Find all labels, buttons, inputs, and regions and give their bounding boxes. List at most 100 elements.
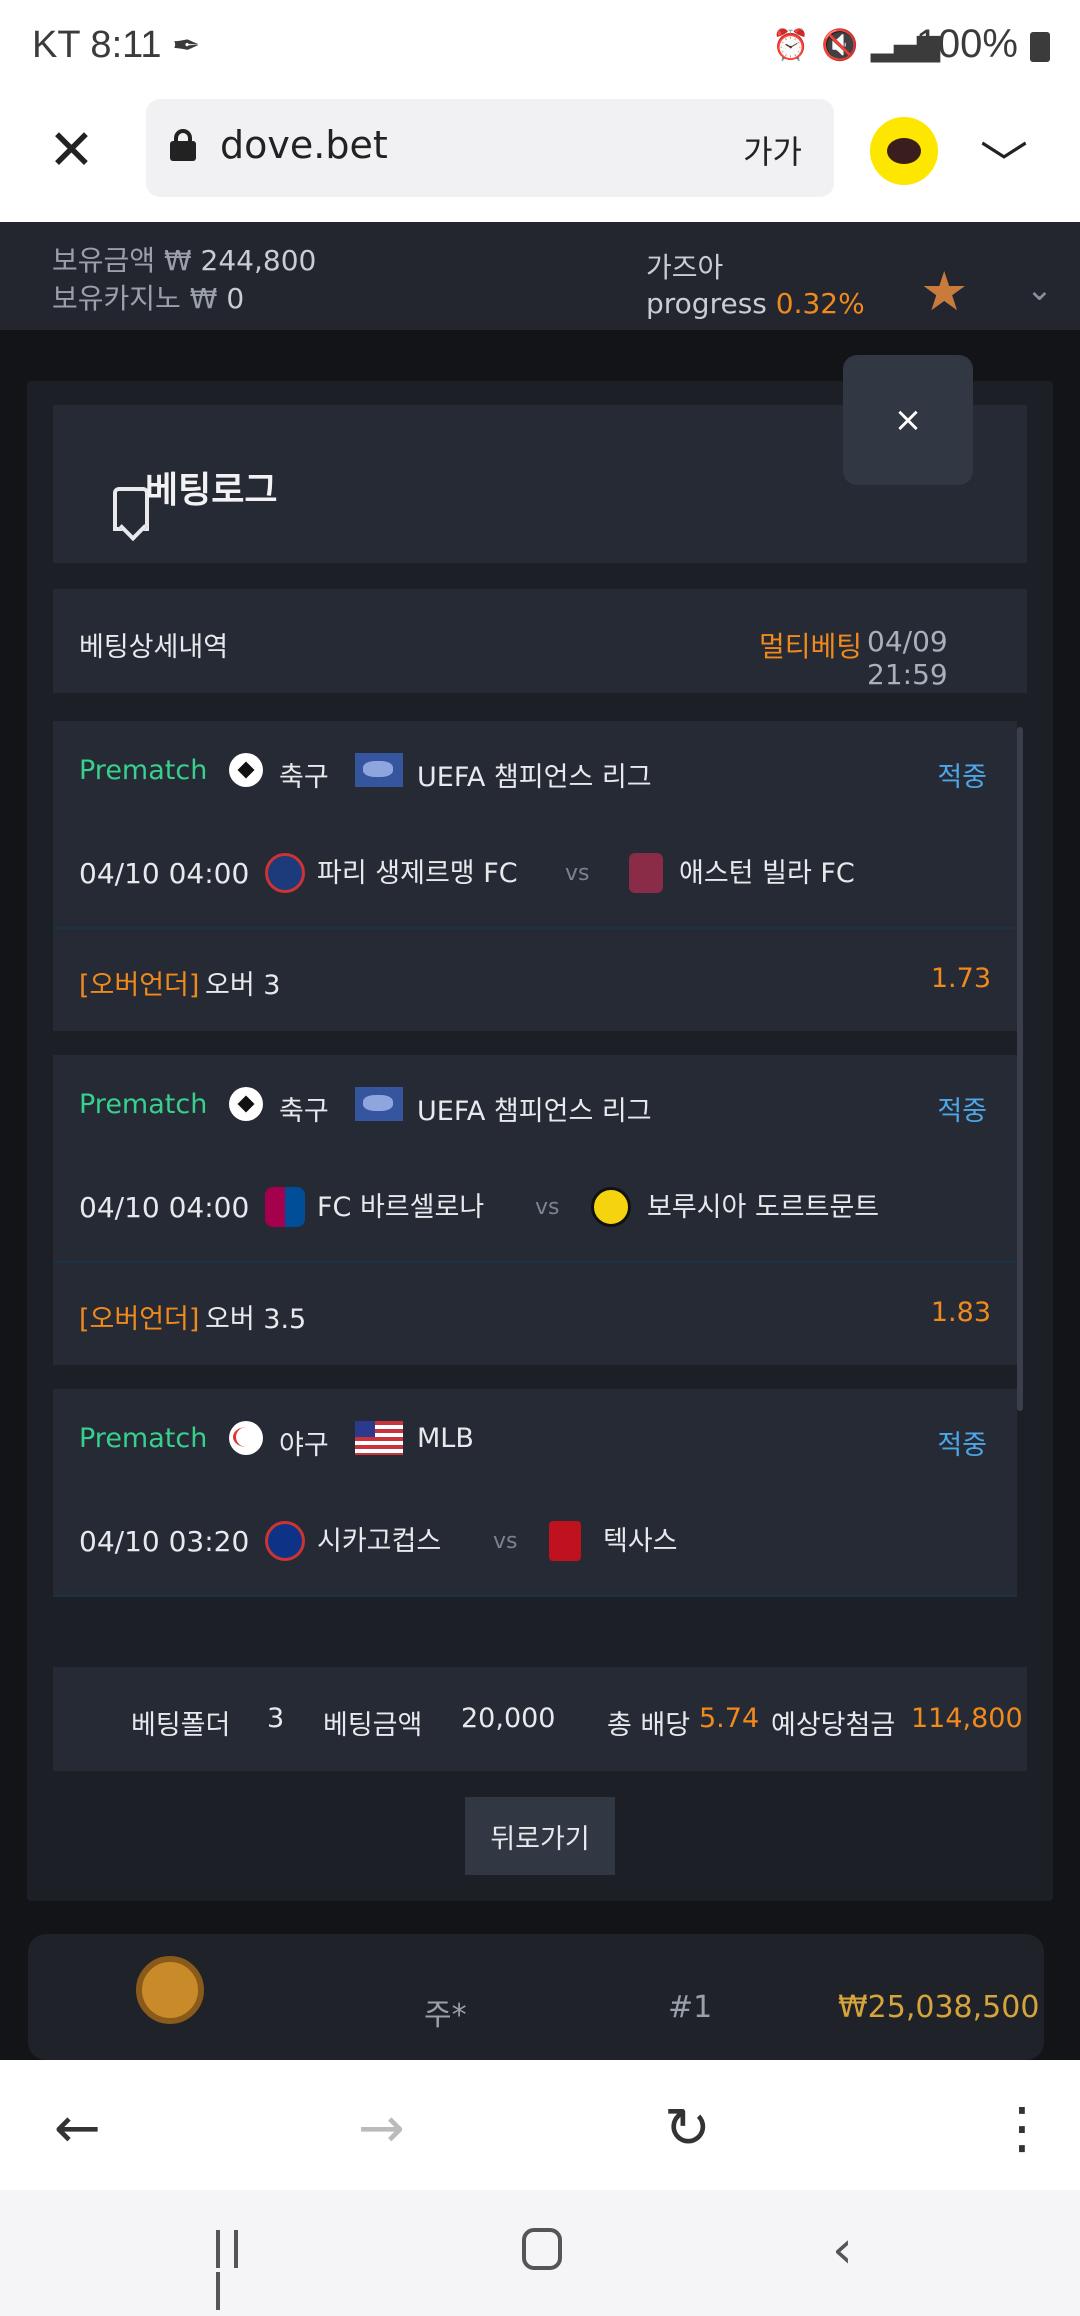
- recent-apps-icon[interactable]: [216, 2230, 264, 2310]
- carrier-time: KT 8:11: [32, 24, 162, 66]
- close-tab-icon[interactable]: ✕: [48, 123, 95, 179]
- ranking-prize: ₩25,038,500: [838, 1990, 1040, 2025]
- address-bar[interactable]: dove.bet 가가: [146, 99, 834, 197]
- league-label: MLB: [417, 1423, 474, 1454]
- balance-info: 보유금액 ₩ 244,800 보유카지노 ₩ 0: [52, 242, 316, 318]
- site-header: 보유금액 ₩ 244,800 보유카지노 ₩ 0 가즈아 progress 0.…: [0, 222, 1080, 330]
- modal-title: 베팅로그: [145, 470, 278, 511]
- back-button[interactable]: 뒤로가기: [465, 1797, 615, 1875]
- away-team: 보루시아 도르트문트: [647, 1192, 880, 1223]
- chevron-down-icon[interactable]: ﹀: [980, 125, 1028, 195]
- username: 가즈아: [646, 251, 724, 284]
- home-team: 시카고컵스: [317, 1526, 442, 1557]
- vs-label: vs: [493, 1529, 518, 1554]
- league-label: UEFA 챔피언스 리그: [417, 762, 652, 793]
- battery-percent: 100%: [915, 22, 1018, 66]
- expected-win-label: 예상당첨금: [771, 1710, 896, 1741]
- cubs-logo-icon: [265, 1521, 305, 1561]
- bet-datetime: 04/09 21:59: [867, 625, 948, 691]
- close-icon: ×: [893, 400, 923, 440]
- stage-label: Prematch: [79, 1089, 208, 1120]
- level-star-icon: ★: [920, 260, 969, 323]
- casino-value: 0: [226, 282, 245, 315]
- match-time: 04/10 04:00: [79, 857, 250, 890]
- back-arrow-icon[interactable]: ←: [54, 2096, 101, 2161]
- pick-label: 오버 3: [205, 970, 281, 1001]
- barcelona-logo-icon: [265, 1187, 305, 1227]
- reload-icon[interactable]: ↻: [664, 2096, 711, 2161]
- battery-icon: [1030, 32, 1050, 62]
- balance-currency: ₩: [163, 244, 192, 277]
- user-menu-chevron-icon[interactable]: ⌄: [1026, 270, 1053, 308]
- browser-toolbar: ✕ dove.bet 가가 ﹀: [0, 95, 1080, 222]
- sport-label: 축구: [279, 1096, 329, 1127]
- status-badge: 적중: [937, 1096, 987, 1127]
- browser-nav-bar: ← → ↻ ⋮: [0, 2060, 1080, 2190]
- status-badge: 적중: [937, 762, 987, 793]
- system-back-icon[interactable]: ‹: [832, 2220, 853, 2280]
- status-badge: 적중: [937, 1430, 987, 1461]
- amount-label: 베팅금액: [323, 1710, 423, 1741]
- market-label: [오버언더]: [79, 1304, 200, 1335]
- bet-summary: 베팅폴더 3 베팅금액 20,000 총 배당 5.74 예상당첨금 114,8…: [53, 1667, 1027, 1771]
- match-time: 04/10 04:00: [79, 1191, 250, 1224]
- home-icon[interactable]: [522, 2228, 562, 2270]
- world-flag-icon: [355, 753, 403, 787]
- folder-label: 베팅폴더: [131, 1710, 231, 1741]
- list-scrollbar[interactable]: [1017, 727, 1023, 1411]
- status-bar: KT 8:11 ✒ ⏰ 🔇 ▂▄▆ 100%: [0, 0, 1080, 95]
- match-time: 04/10 03:20: [79, 1525, 250, 1558]
- bet-card: Prematch 축구 UEFA 챔피언스 리그 적중 04/10 04:00 …: [53, 1055, 1017, 1365]
- bet-detail-header: 베팅상세내역 멀티베팅 04/09 21:59: [53, 589, 1027, 693]
- aston-villa-logo-icon: [629, 853, 663, 893]
- soccer-ball-icon: [229, 753, 263, 787]
- system-nav-bar: ‹: [0, 2190, 1080, 2316]
- odds-value: 1.73: [930, 963, 991, 994]
- forward-arrow-icon[interactable]: →: [358, 2096, 405, 2161]
- casino-currency: ₩: [189, 282, 218, 315]
- close-button[interactable]: ×: [843, 355, 973, 485]
- psg-logo-icon: [265, 853, 305, 893]
- progress-value: 0.32%: [775, 287, 865, 320]
- user-info[interactable]: 가즈아 progress 0.32%: [646, 250, 865, 322]
- world-flag-icon: [355, 1087, 403, 1121]
- bet-type: 멀티베팅: [759, 630, 863, 663]
- folder-value: 3: [267, 1703, 285, 1734]
- font-size-button[interactable]: 가가: [743, 127, 802, 173]
- alarm-icon: ⏰: [772, 28, 810, 63]
- dortmund-logo-icon: [591, 1187, 631, 1227]
- away-team: 애스턴 빌라 FC: [679, 858, 855, 889]
- amount-value: 20,000: [461, 1703, 556, 1734]
- detail-label: 베팅상세내역: [79, 632, 229, 663]
- rangers-logo-icon: [549, 1521, 581, 1561]
- stage-label: Prematch: [79, 755, 208, 786]
- ranking-row: 주* #1 ₩25,038,500: [28, 1934, 1044, 2060]
- bet-card: Prematch 축구 UEFA 챔피언스 리그 적중 04/10 04:00 …: [53, 721, 1017, 1031]
- kakao-chat-icon[interactable]: [870, 117, 938, 185]
- total-odds-value: 5.74: [699, 1703, 760, 1734]
- progress-label: progress: [646, 287, 767, 320]
- balance-value: 244,800: [200, 244, 317, 277]
- ranking-name: 주*: [424, 1998, 467, 2033]
- ranking-rank: #1: [668, 1990, 713, 2025]
- mute-icon: 🔇: [821, 28, 859, 63]
- expected-win-value: 114,800: [911, 1703, 1023, 1734]
- vs-label: vs: [535, 1195, 560, 1220]
- vs-label: vs: [565, 861, 590, 886]
- more-menu-icon[interactable]: ⋮: [994, 2096, 1050, 2161]
- odds-value: 1.83: [930, 1297, 991, 1328]
- us-flag-icon: [355, 1421, 403, 1455]
- pick-label: 오버 3.5: [205, 1304, 307, 1335]
- url-text[interactable]: dove.bet: [220, 123, 388, 167]
- market-label: [오버언더]: [79, 970, 200, 1001]
- sport-label: 축구: [279, 762, 329, 793]
- soccer-ball-icon: [229, 1087, 263, 1121]
- bet-log-modal: 베팅로그 × 베팅상세내역 멀티베팅 04/09 21:59 Prematch …: [27, 355, 1053, 1901]
- stage-label: Prematch: [79, 1423, 208, 1454]
- home-team: FC 바르셀로나: [317, 1192, 485, 1223]
- total-odds-label: 총 배당: [607, 1710, 691, 1741]
- feather-icon: ✒: [172, 26, 201, 66]
- away-team: 텍사스: [603, 1526, 678, 1557]
- league-label: UEFA 챔피언스 리그: [417, 1096, 652, 1127]
- bet-list[interactable]: Prematch 축구 UEFA 챔피언스 리그 적중 04/10 04:00 …: [53, 721, 1027, 1637]
